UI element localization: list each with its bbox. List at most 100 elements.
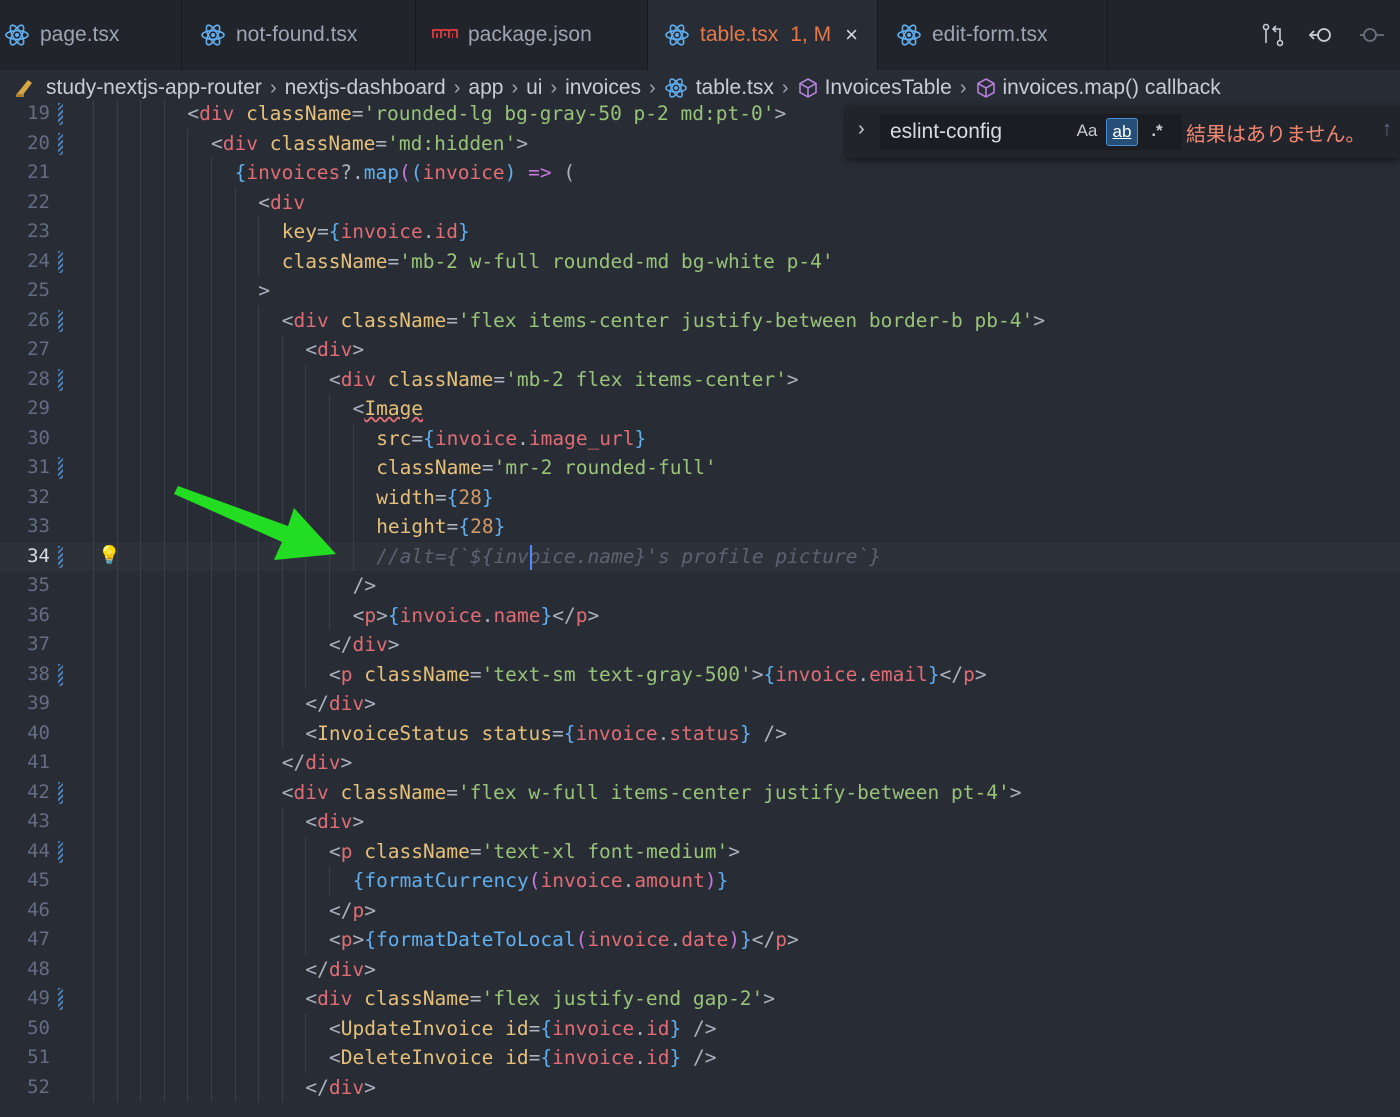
code-line[interactable]: 23 key={invoice.id}: [0, 217, 1400, 247]
code-text: <div className='mb-2 flex items-center'>: [329, 367, 799, 391]
git-modified-marker[interactable]: [58, 103, 63, 125]
code-line[interactable]: 36 <p>{invoice.name}</p>: [0, 600, 1400, 630]
close-icon[interactable]: ×: [845, 22, 858, 48]
previous-match-icon[interactable]: ↑: [1382, 118, 1392, 141]
indent-guide: [163, 807, 165, 837]
indent-guide: [281, 895, 283, 925]
tab-page-tsx[interactable]: page.tsx: [0, 0, 182, 70]
indent-guide: [234, 659, 236, 689]
git-modified-marker[interactable]: [58, 457, 63, 479]
toggle-replace-icon[interactable]: ›: [858, 118, 865, 141]
indent-guide: [329, 423, 330, 453]
code-text: {invoices?.map((invoice) => (: [234, 161, 576, 184]
code-line[interactable]: 41 </div>: [0, 748, 1400, 778]
indent-guide: [116, 1043, 118, 1073]
tab-edit-form-tsx[interactable]: edit-form.tsx: [878, 0, 1108, 70]
whole-word-button[interactable]: ab: [1106, 118, 1138, 146]
breadcrumb-item[interactable]: app: [468, 76, 503, 100]
git-modified-marker[interactable]: [58, 250, 63, 273]
go-back-icon[interactable]: [1308, 22, 1336, 48]
breadcrumb-item[interactable]: invoices.map() callback: [975, 76, 1221, 100]
indent-guide: [187, 1043, 189, 1073]
git-modified-marker[interactable]: [58, 309, 63, 332]
code-text: </p>: [329, 898, 376, 922]
code-line[interactable]: 40 <InvoiceStatus status={invoice.status}…: [0, 718, 1400, 748]
code-line[interactable]: 44 <p className='text-xl font-medium'>: [0, 836, 1400, 866]
indent-guide: [305, 836, 307, 866]
code-line[interactable]: 27 <div>: [0, 335, 1400, 365]
git-modified-marker[interactable]: [58, 840, 63, 863]
symbol-method-icon: [975, 77, 997, 99]
breadcrumb-item[interactable]: table.tsx: [664, 76, 774, 100]
code-line[interactable]: 47 <p>{formatDateToLocal(invoice.date)}</…: [0, 925, 1400, 955]
git-modified-marker[interactable]: [58, 781, 63, 804]
indent-guide: [116, 689, 118, 719]
indent-guide: [211, 571, 212, 601]
code-line[interactable]: 30 src={invoice.image_url}: [0, 423, 1400, 453]
git-modified-marker[interactable]: [58, 988, 63, 1010]
indent-guide: [258, 423, 260, 453]
tab-table-tsx[interactable]: table.tsx 1, M ×: [648, 0, 878, 70]
breadcrumb-item[interactable]: study-nextjs-app-router: [14, 76, 262, 100]
tab-label: table.tsx: [700, 23, 779, 46]
code-editor[interactable]: 19 <div className='rounded-lg bg-gray-50 …: [0, 100, 1400, 1117]
indent-guide: [140, 954, 142, 984]
line-number: 38: [27, 662, 50, 685]
compare-changes-icon[interactable]: [1260, 22, 1286, 48]
code-line[interactable]: 29 <Image: [0, 394, 1400, 424]
git-modified-marker[interactable]: [58, 368, 63, 391]
indent-guide: [93, 1072, 94, 1102]
breadcrumb-item[interactable]: ui: [526, 76, 542, 100]
code-line[interactable]: 24 className='mb-2 w-full rounded-md bg-w…: [0, 246, 1400, 276]
regex-button[interactable]: .*: [1144, 118, 1170, 144]
code-line[interactable]: 48 </div>: [0, 954, 1400, 984]
code-line[interactable]: 46 </p>: [0, 895, 1400, 925]
indent-guide: [211, 187, 212, 217]
indent-guide: [163, 925, 165, 955]
code-text: <p className='text-sm text-gray-500'>{in…: [329, 662, 987, 686]
breadcrumb-item[interactable]: InvoicesTable: [797, 76, 952, 100]
line-number: 31: [27, 456, 50, 478]
code-line[interactable]: 38 <p className='text-sm text-gray-500'>{…: [0, 659, 1400, 689]
indent-guide: [163, 364, 165, 394]
breadcrumb-item[interactable]: invoices: [565, 76, 641, 100]
line-number: 37: [27, 633, 50, 655]
breadcrumb-item[interactable]: nextjs-dashboard: [285, 76, 446, 100]
code-line[interactable]: 22 <div: [0, 187, 1400, 217]
go-forward-icon[interactable]: [1358, 22, 1386, 48]
indent-guide: [140, 630, 142, 660]
indent-guide: [93, 1043, 94, 1073]
code-line[interactable]: 26 <div className='flex items-center just…: [0, 305, 1400, 335]
code-line[interactable]: 42 <div className='flex w-full items-cent…: [0, 777, 1400, 807]
indent-guide: [116, 482, 118, 512]
indent-guide: [163, 158, 165, 188]
code-text: width={28}: [376, 485, 494, 509]
code-line[interactable]: 25 >: [0, 276, 1400, 306]
indent-guide: [187, 600, 189, 630]
git-modified-marker[interactable]: [58, 663, 63, 686]
code-line[interactable]: 49 <div className='flex justify-end gap-2…: [0, 984, 1400, 1014]
indent-guide: [116, 925, 118, 955]
code-line[interactable]: 45 {formatCurrency(invoice.amount)}: [0, 866, 1400, 896]
line-number: 25: [27, 279, 50, 301]
code-line[interactable]: 39 </div>: [0, 689, 1400, 719]
tab-not-found-tsx[interactable]: not-found.tsx: [182, 0, 416, 70]
code-line[interactable]: 37 </div>: [0, 630, 1400, 660]
code-line[interactable]: 35 />: [0, 571, 1400, 601]
match-case-button[interactable]: Aa: [1074, 118, 1100, 144]
indent-guide: [305, 895, 307, 925]
indent-guide: [140, 777, 142, 807]
indent-guide: [281, 335, 283, 365]
code-line[interactable]: 52 </div>: [0, 1072, 1400, 1102]
code-line[interactable]: 51 <DeleteInvoice id={invoice.id} />: [0, 1043, 1400, 1073]
indent-guide: [140, 748, 142, 778]
git-modified-marker[interactable]: [58, 132, 63, 155]
code-line[interactable]: 21 {invoices?.map((invoice) => (: [0, 158, 1400, 188]
git-modified-marker[interactable]: [58, 545, 63, 568]
tab-package-json[interactable]: package.json: [416, 0, 648, 70]
code-line[interactable]: 50 <UpdateInvoice id={invoice.id} />: [0, 1013, 1400, 1043]
code-line[interactable]: 28 <div className='mb-2 flex items-center…: [0, 364, 1400, 394]
line-number: 26: [27, 308, 50, 331]
code-line[interactable]: 43 <div>: [0, 807, 1400, 837]
find-widget: › Aa ab .* 結果はありません。 ↑: [846, 106, 1400, 158]
